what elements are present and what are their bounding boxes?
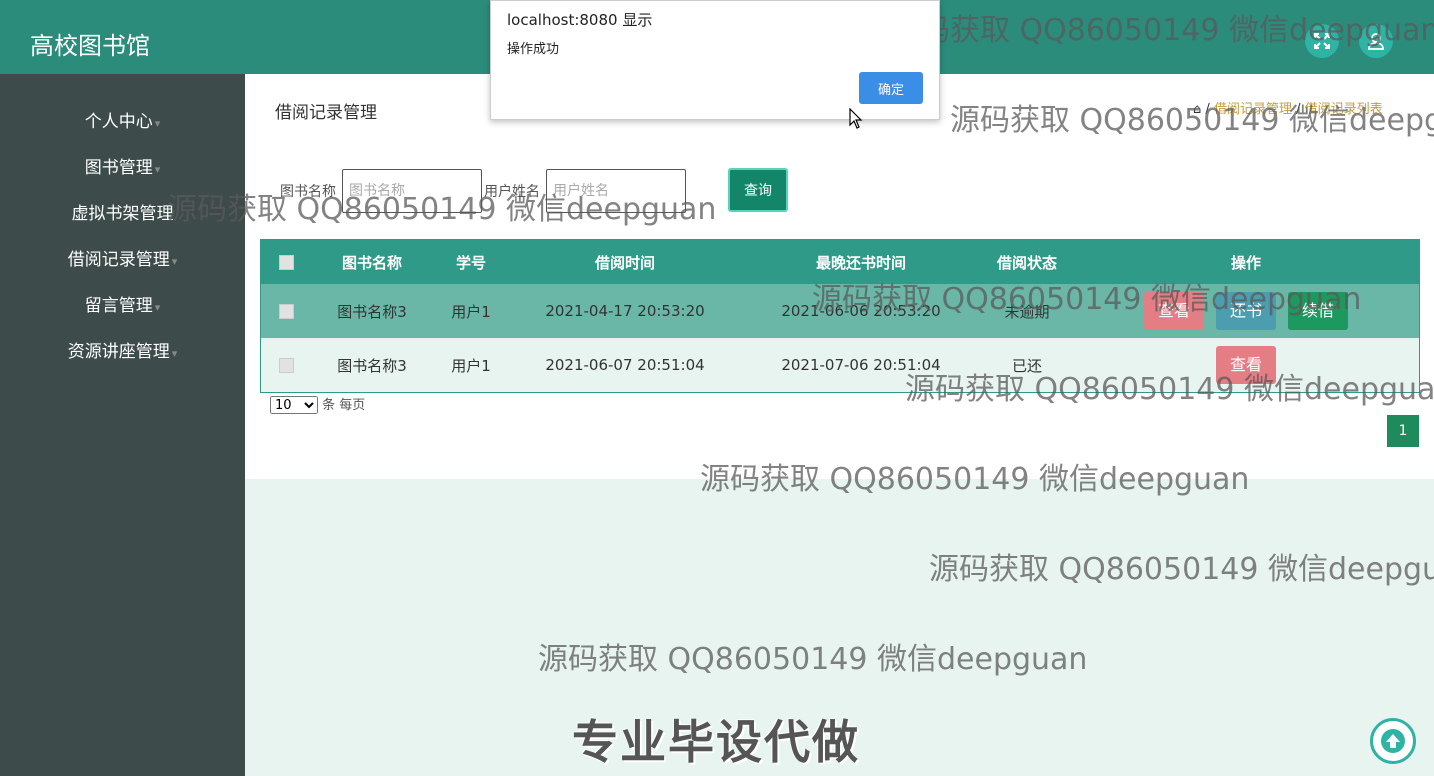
sidebar-item-label: 留言管理: [84, 296, 153, 316]
page-title: 借阅记录管理: [275, 103, 377, 123]
row-checkbox[interactable]: [261, 284, 311, 338]
column-header: 借阅时间: [594, 253, 655, 272]
watermark: 源码获取 QQ86050149 微信deepguan: [700, 462, 1250, 497]
sidebar-item-label: 图书管理: [84, 158, 153, 178]
page-size-select[interactable]: 10: [270, 396, 318, 414]
mouse-cursor-icon: [849, 108, 863, 129]
alert-dialog: localhost:8080 显示 操作成功 确定: [490, 0, 940, 120]
sidebar-item-label: 个人中心: [84, 112, 153, 132]
promo-banner: 专业毕设代做: [572, 715, 860, 769]
select-all-checkbox[interactable]: [261, 240, 311, 284]
cell-student-id: 用户1: [451, 356, 491, 375]
caret-down-icon: ▾: [154, 163, 161, 176]
sidebar-item-label: 借阅记录管理: [67, 250, 170, 270]
caret-down-icon: ▾: [171, 347, 178, 360]
arrow-up-icon: [1381, 729, 1405, 753]
sidebar-item-book-management[interactable]: 图书管理 ▾: [0, 153, 245, 183]
sidebar-item-label: 资源讲座管理: [67, 342, 170, 362]
sidebar: 个人中心 ▾ 图书管理 ▾ 虚拟书架管理 借阅记录管理 ▾ 留言管理 ▾ 资源讲座管理 ▾: [0, 74, 245, 776]
caret-down-icon: ▾: [154, 117, 161, 130]
search-button[interactable]: 查询: [728, 168, 788, 212]
cell-borrow-time: 2021-06-07 20:51:04: [545, 356, 705, 374]
column-header: 学号: [455, 253, 486, 272]
column-header: 图书名称: [341, 253, 402, 272]
row-checkbox[interactable]: [261, 338, 311, 392]
app-title: 高校图书馆: [30, 32, 150, 60]
cell-student-id: 用户1: [451, 302, 491, 321]
sidebar-item-personal-center[interactable]: 个人中心 ▾: [0, 107, 245, 137]
watermark: 源码获取 QQ86050149 微信deepguan: [167, 192, 717, 227]
dialog-title: localhost:8080 显示: [507, 11, 653, 29]
watermark: 源码获取 QQ86050149 微信deepguan: [812, 282, 1362, 317]
sidebar-item-messages[interactable]: 留言管理 ▾: [0, 291, 245, 321]
sidebar-item-label: 虚拟书架管理: [71, 204, 174, 224]
back-to-top-button[interactable]: [1370, 718, 1416, 764]
watermark: 源码获取 QQ86050149 微信deepguan: [890, 13, 1434, 48]
dialog-message: 操作成功: [507, 42, 560, 57]
watermark: 源码获取 QQ86050149 微信deepguan: [929, 552, 1434, 587]
dialog-ok-button[interactable]: 确定: [859, 72, 923, 104]
cell-book-name: 图书名称3: [337, 302, 407, 321]
page-size-suffix: 条 每页: [322, 398, 366, 413]
caret-down-icon: ▾: [171, 255, 178, 268]
page-size-control: 10 条 每页: [270, 394, 365, 414]
cell-borrow-time: 2021-04-17 20:53:20: [545, 302, 705, 320]
sidebar-item-lectures[interactable]: 资源讲座管理 ▾: [0, 337, 245, 367]
watermark: 源码获取 QQ86050149 微信deepguan: [905, 372, 1434, 407]
pagination-page[interactable]: 1: [1387, 415, 1419, 447]
watermark: 源码获取 QQ86050149 微信deepguan: [950, 103, 1434, 138]
caret-down-icon: ▾: [154, 301, 161, 314]
watermark: 源码获取 QQ86050149 微信deepguan: [538, 642, 1088, 677]
sidebar-item-borrow-records[interactable]: 借阅记录管理 ▾: [0, 245, 245, 275]
cell-book-name: 图书名称3: [337, 356, 407, 375]
